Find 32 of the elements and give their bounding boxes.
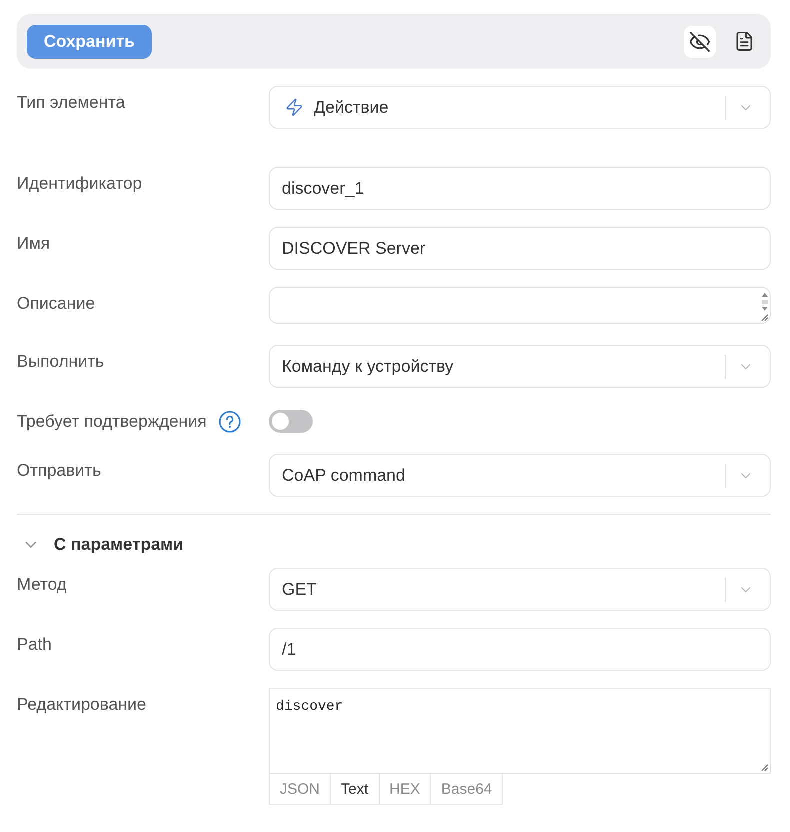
field-label: Тип элемента xyxy=(17,92,126,114)
editor-text: discover xyxy=(276,699,344,715)
resize-grip-icon[interactable] xyxy=(761,764,769,772)
resize-grip-icon[interactable] xyxy=(761,314,769,322)
field-label: Редактирование xyxy=(17,694,147,716)
select-field[interactable]: CoAP command xyxy=(269,454,771,497)
field-label: Выполнить xyxy=(17,351,104,373)
select-field[interactable]: Действие xyxy=(269,86,771,129)
input-field[interactable]: DISCOVER Server xyxy=(269,227,771,270)
help-icon[interactable] xyxy=(218,410,241,432)
field-label: Отправить xyxy=(17,460,102,482)
textarea-field[interactable] xyxy=(269,287,771,324)
lightning-icon xyxy=(285,98,304,117)
field-label: Описание xyxy=(17,293,96,315)
section-header[interactable]: С параметрами xyxy=(17,530,184,560)
select-value: Действие xyxy=(314,98,390,118)
field-label: Метод xyxy=(17,574,67,596)
field-label: Идентификатор xyxy=(17,173,142,195)
input-field[interactable]: /1 xyxy=(269,628,771,671)
code-editor-field[interactable]: discover xyxy=(269,688,771,774)
toggle-switch[interactable] xyxy=(269,410,313,433)
field-label: Требует подтверждения xyxy=(17,410,207,432)
field-label: Path xyxy=(17,634,52,656)
input-field[interactable]: discover_1 xyxy=(269,167,771,210)
select-value: GET xyxy=(282,580,318,600)
field-label: Имя xyxy=(17,233,50,255)
hide-button[interactable] xyxy=(684,26,716,58)
select-value: CoAP command xyxy=(282,466,406,486)
select-field[interactable]: Команду к устройству xyxy=(269,345,771,388)
eye-off-icon xyxy=(689,30,711,52)
select-field[interactable]: GET xyxy=(269,568,771,611)
select-value: Команду к устройству xyxy=(282,356,455,376)
